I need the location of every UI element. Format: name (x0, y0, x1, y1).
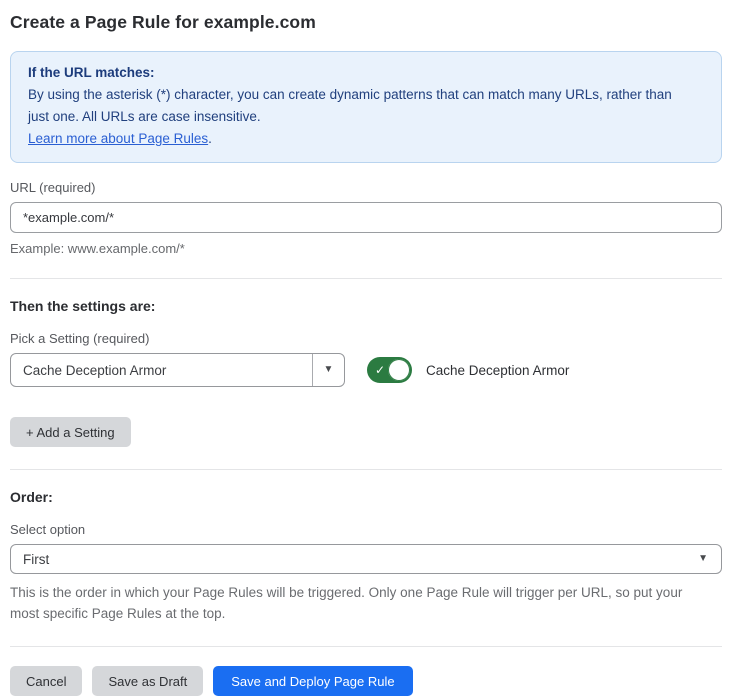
setting-select[interactable]: Cache Deception Armor ▼ (10, 353, 345, 387)
order-section-heading: Order: (10, 489, 722, 505)
info-box-body: By using the asterisk (*) character, you… (28, 84, 688, 128)
setting-select-arrow-section[interactable]: ▼ (312, 354, 344, 386)
settings-section-heading: Then the settings are: (10, 298, 722, 314)
order-select-value: First (11, 552, 698, 567)
order-select[interactable]: First ▼ (10, 544, 722, 574)
url-field-label: URL (required) (10, 180, 722, 195)
info-box-heading: If the URL matches: (28, 62, 704, 84)
order-helper-text: This is the order in which your Page Rul… (10, 582, 715, 624)
toggle-knob (388, 359, 410, 381)
pick-setting-label: Pick a Setting (required) (10, 331, 722, 346)
add-setting-button[interactable]: + Add a Setting (10, 417, 131, 447)
create-page-rule-form: Create a Page Rule for example.com If th… (0, 0, 750, 696)
url-match-info-box: If the URL matches: By using the asteris… (10, 51, 722, 163)
divider (10, 646, 722, 647)
url-input[interactable] (10, 202, 722, 233)
setting-row: Cache Deception Armor ▼ ✓ Cache Deceptio… (10, 353, 722, 387)
chevron-down-icon: ▼ (698, 554, 721, 564)
order-select-label: Select option (10, 522, 722, 537)
save-and-deploy-button[interactable]: Save and Deploy Page Rule (213, 666, 412, 696)
cancel-button[interactable]: Cancel (10, 666, 82, 696)
setting-select-value: Cache Deception Armor (11, 363, 312, 378)
save-as-draft-button[interactable]: Save as Draft (92, 666, 203, 696)
page-title: Create a Page Rule for example.com (10, 12, 722, 33)
cache-deception-armor-toggle[interactable]: ✓ (367, 357, 412, 383)
chevron-down-icon: ▼ (324, 365, 334, 375)
toggle-label: Cache Deception Armor (426, 363, 569, 378)
footer-actions: Cancel Save as Draft Save and Deploy Pag… (10, 666, 722, 696)
divider (10, 469, 722, 470)
checkmark-icon: ✓ (375, 363, 385, 377)
link-suffix: . (208, 131, 212, 146)
learn-more-link[interactable]: Learn more about Page Rules (28, 131, 208, 146)
divider (10, 278, 722, 279)
url-example-helper: Example: www.example.com/* (10, 241, 722, 256)
info-box-link-line: Learn more about Page Rules. (28, 128, 704, 150)
